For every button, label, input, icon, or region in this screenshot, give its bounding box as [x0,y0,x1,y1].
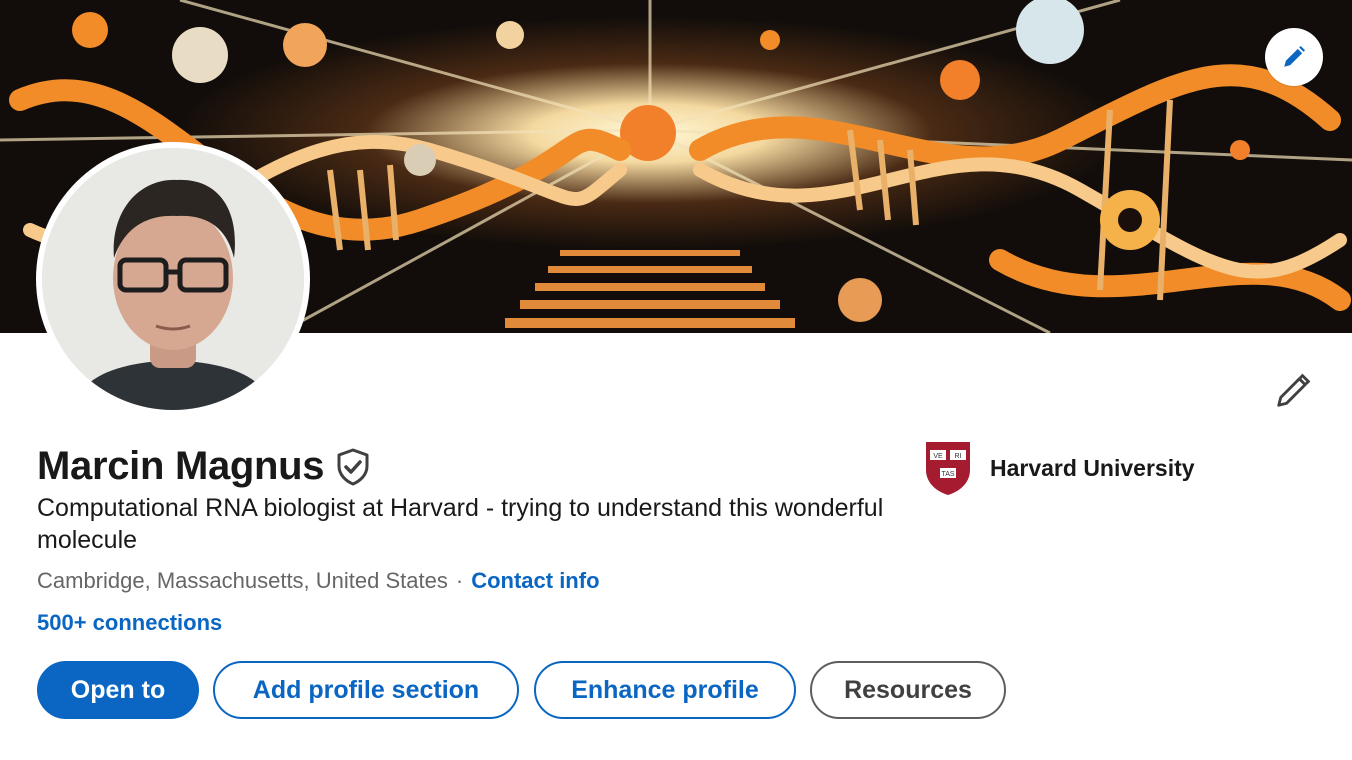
profile-photo[interactable] [36,142,310,416]
location-row: Cambridge, Massachusetts, United States … [37,568,600,594]
pencil-icon [1277,373,1311,407]
verified-shield-icon[interactable] [336,447,372,487]
edit-banner-button[interactable] [1265,28,1323,86]
contact-info-link[interactable]: Contact info [471,568,599,594]
profile-name: Marcin Magnus [37,444,325,488]
separator-dot: · [455,568,464,593]
logo-text-ri: RI [955,453,962,460]
name-row: Marcin Magnus [37,444,372,489]
edit-intro-button[interactable] [1270,368,1316,414]
person-photo [42,148,304,410]
school-name: Harvard University [990,454,1195,481]
profile-headline: Computational RNA biologist at Harvard -… [37,494,884,554]
logo-text-tas: TAS [941,471,954,478]
pencil-icon [1284,45,1306,67]
enhance-profile-button[interactable]: Enhance profile [534,661,796,719]
add-profile-section-button[interactable]: Add profile section [213,661,519,719]
profile-location: Cambridge, Massachusetts, United States [37,568,448,593]
education-entry[interactable]: VE RI TAS Harvard University [924,440,1195,496]
connections-link[interactable]: 500+ connections [37,610,222,636]
harvard-shield-logo: VE RI TAS [926,442,970,495]
avatar [42,148,304,410]
resources-button[interactable]: Resources [810,661,1006,719]
open-to-button[interactable]: Open to [37,661,199,719]
logo-text-ve: VE [933,453,943,460]
